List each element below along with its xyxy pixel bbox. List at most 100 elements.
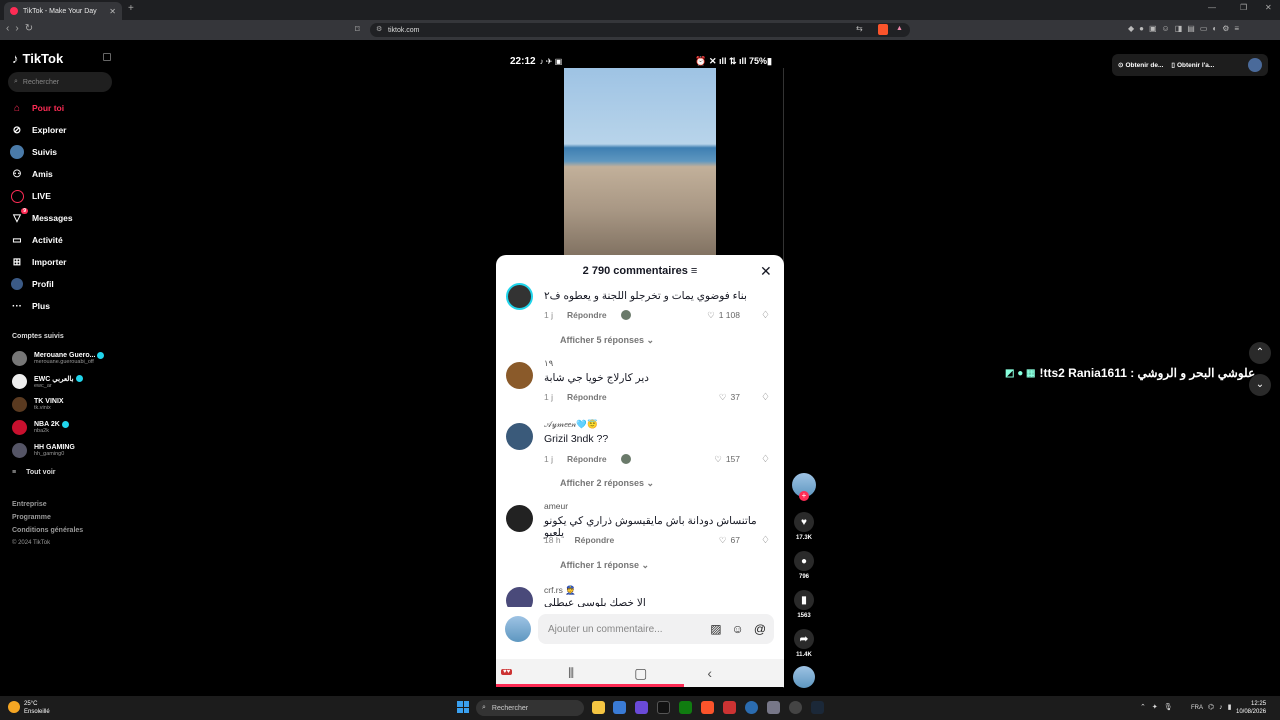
collapse-sidebar-icon[interactable] [103, 53, 111, 61]
followed-account[interactable]: NBA 2K nba2k [12, 420, 69, 435]
url-field[interactable]: ⚙ tiktok.com [370, 23, 910, 37]
app-icon[interactable] [723, 701, 736, 714]
view-replies-button[interactable]: Afficher 5 réponses ⌄ [560, 335, 654, 346]
language-indicator[interactable]: FRA [1191, 705, 1203, 711]
like-button[interactable]: ♡ 1 108 [707, 310, 740, 321]
tiktok-logo[interactable]: ♪ TikTok [12, 51, 63, 66]
footer-link-program[interactable]: Programme [12, 514, 51, 521]
dislike-icon[interactable]: ♢ [761, 454, 770, 465]
save-action[interactable]: ▮ 1563 [792, 590, 816, 619]
reload-icon[interactable]: ↻ [25, 23, 39, 34]
avatar[interactable] [506, 505, 533, 532]
followed-account[interactable]: EWC بالعربي ewc_ar [12, 374, 83, 389]
close-icon[interactable]: ✕ [760, 263, 772, 280]
app-icon[interactable] [789, 701, 802, 714]
followed-account[interactable]: Merouane Guero... merouane.guerouabi_off [12, 351, 105, 366]
brave-shield-icon[interactable] [878, 24, 888, 35]
app-icon[interactable] [613, 701, 626, 714]
new-tab-icon[interactable]: + [128, 3, 134, 14]
minimize-icon[interactable]: — [1208, 3, 1216, 12]
sound-disc[interactable] [793, 666, 815, 688]
comment-user[interactable]: ١٩ [544, 358, 553, 369]
sort-icon[interactable]: ≡ [688, 265, 697, 277]
avatar[interactable] [506, 362, 533, 389]
footer-link-business[interactable]: Entreprise [12, 501, 47, 508]
nav-item-profile[interactable]: Profil [10, 276, 54, 292]
comment-input[interactable]: Ajouter un commentaire... ▨ ☺ @ [538, 614, 774, 644]
comment-user[interactable]: ameur [544, 501, 568, 511]
taskbar-search[interactable]: ⌕ Rechercher [476, 700, 584, 716]
rewards-icon[interactable]: ▲ [896, 25, 903, 32]
file-explorer-icon[interactable] [592, 701, 605, 714]
emoji-icon[interactable]: ☺ [732, 622, 744, 636]
get-coins-button[interactable]: ⊙ Obtenir de... [1118, 61, 1163, 70]
nav-item-live[interactable]: LIVE [10, 188, 51, 204]
mention-icon[interactable]: @ [754, 622, 766, 636]
nav-item-explore[interactable]: ⊘ Explorer [10, 122, 67, 138]
follow-plus-icon[interactable]: + [799, 491, 809, 501]
dislike-icon[interactable]: ♢ [761, 535, 770, 546]
sun-icon[interactable] [8, 701, 20, 713]
nav-item-upload[interactable]: ⊞ Importer [10, 254, 67, 270]
close-tab-icon[interactable]: ✕ [109, 7, 116, 16]
get-app-button[interactable]: ▯ Obtenir l'a... [1171, 61, 1214, 70]
video-player[interactable] [564, 68, 716, 258]
close-window-icon[interactable]: ✕ [1265, 3, 1272, 12]
comment-user[interactable]: crf.rs 👮 [544, 585, 576, 596]
windows-start-icon[interactable] [457, 701, 469, 713]
nav-item-activity[interactable]: ▭ Activité [10, 232, 62, 248]
nav-item-for-you[interactable]: ⌂ Pour toi [10, 100, 64, 116]
extension-icons[interactable]: ◆●▣☺◨▤▭◐⚙≡ [1128, 24, 1244, 33]
user-avatar[interactable] [1248, 58, 1262, 72]
back-icon[interactable]: ‹ [6, 23, 15, 34]
translate-icon[interactable]: ⇆ [856, 24, 863, 33]
reply-button[interactable]: Répondre [575, 535, 615, 545]
previous-video-button[interactable]: ⌃ [1249, 342, 1271, 364]
brave-icon[interactable] [701, 701, 714, 714]
app-icon[interactable] [745, 701, 758, 714]
followed-account[interactable]: HH GAMING hh_gaming0 [12, 443, 75, 458]
share-action[interactable]: ➦ 11.4K [792, 629, 816, 658]
dislike-icon[interactable]: ♢ [761, 392, 770, 403]
mastodon-icon[interactable] [635, 701, 648, 714]
view-replies-button[interactable]: Afficher 1 réponse ⌄ [560, 560, 649, 571]
next-video-button[interactable]: ⌄ [1249, 374, 1271, 396]
reply-button[interactable]: Répondre [567, 454, 607, 464]
site-info-icon[interactable]: ⚙ [376, 25, 382, 33]
steam-icon[interactable] [811, 701, 824, 714]
avatar[interactable] [506, 587, 533, 607]
followed-account[interactable]: TK VINIX tk.vinix [12, 397, 64, 412]
taskbar-clock[interactable]: 12:25 10/08/2026 [1236, 700, 1266, 716]
comment-user[interactable]: 𝒜𝓎𝓂𝑒𝑒𝓃🩵😇 [544, 419, 598, 430]
view-replies-button[interactable]: Afficher 2 réponses ⌄ [560, 478, 654, 489]
like-action[interactable]: ♥ 17.3K [792, 512, 816, 541]
maximize-icon[interactable]: ❐ [1240, 3, 1247, 12]
avatar[interactable] [506, 423, 533, 450]
nav-item-friends[interactable]: ⚇ Amis [10, 166, 53, 182]
nav-buttons[interactable]: ‹›↻ [6, 23, 39, 34]
bookmark-icon[interactable]: ⌑ [355, 24, 360, 35]
reply-button[interactable]: Répondre [567, 392, 607, 402]
see-all-link[interactable]: ≡ Tout voir [12, 469, 56, 476]
search-input[interactable]: ⌕ Rechercher [8, 72, 112, 92]
nav-item-more[interactable]: ··· Plus [10, 298, 50, 314]
footer-link-terms[interactable]: Conditions générales [12, 527, 83, 534]
avatar[interactable] [506, 283, 533, 310]
comment-action[interactable]: ● 796 [792, 551, 816, 580]
app-icon[interactable] [767, 701, 780, 714]
nav-item-messages[interactable]: ▽ 9 Messages [10, 208, 73, 226]
forward-icon[interactable]: › [15, 23, 24, 34]
like-button[interactable]: ♡ 157 [714, 454, 740, 465]
network-volume-icons[interactable]: ⌬♪▮ [1208, 703, 1236, 711]
like-button[interactable]: ♡ 67 [719, 535, 740, 546]
xbox-icon[interactable] [679, 701, 692, 714]
video-progress-bar[interactable] [496, 684, 684, 687]
like-button[interactable]: ♡ 37 [719, 392, 740, 403]
reply-button[interactable]: Répondre [567, 310, 607, 320]
image-icon[interactable]: ▨ [710, 622, 721, 636]
weather-widget[interactable]: 25°C Ensoleillé [24, 700, 50, 716]
tiktok-app-icon[interactable] [657, 701, 670, 714]
browser-tab[interactable]: TikTok - Make Your Day ✕ [4, 2, 122, 20]
system-tray[interactable]: ⌃✦🎙 [1140, 703, 1179, 711]
nav-item-following[interactable]: Suivis [10, 144, 57, 160]
